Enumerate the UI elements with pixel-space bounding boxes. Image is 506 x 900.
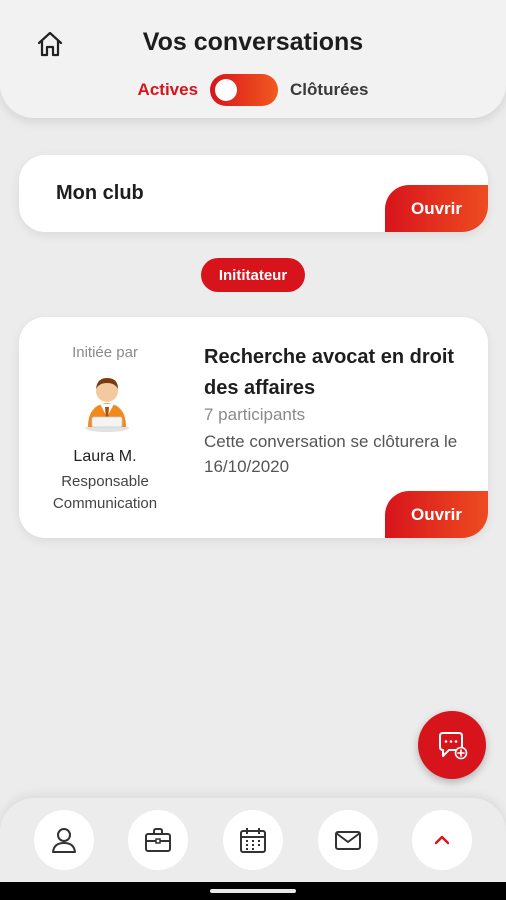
status-toggle-row: Actives Clôturées: [0, 74, 506, 106]
conversation-title: Recherche avocat en droit des affaires: [204, 346, 455, 399]
nav-profile-button[interactable]: [34, 810, 94, 870]
initiator-role-line2: Communication: [52, 495, 158, 512]
participants-count: 7 participants: [204, 405, 306, 424]
nav-mail-button[interactable]: [318, 810, 378, 870]
initiator-badge: Inititateur: [201, 258, 305, 292]
initiator-name: Laura M.: [73, 448, 137, 465]
status-toggle-switch[interactable]: [210, 74, 279, 106]
nav-business-button[interactable]: [128, 810, 188, 870]
conversation-card: Initiée par Laura M. Responsable Communi…: [19, 317, 488, 538]
briefcase-icon: [145, 828, 171, 852]
conversation-open-button[interactable]: Ouvrir: [385, 491, 488, 538]
initiator-role-line1: Responsable: [61, 473, 149, 490]
toggle-label-actives[interactable]: Actives: [138, 80, 198, 100]
header: Vos conversations Actives Clôturées: [0, 0, 506, 118]
avatar: [85, 378, 129, 432]
initiator-role: Responsable Communication: [19, 471, 191, 515]
calendar-icon: [240, 828, 266, 853]
nav-calendar-button[interactable]: [223, 810, 283, 870]
new-chat-icon: [439, 732, 468, 760]
home-indicator[interactable]: [210, 889, 296, 893]
page-title: Vos conversations: [142, 28, 364, 56]
new-conversation-button[interactable]: [418, 711, 486, 779]
system-navigation-bar: [0, 882, 506, 900]
chevron-up-icon: [434, 835, 450, 845]
toggle-label-cloturees[interactable]: Clôturées: [290, 80, 368, 100]
club-open-button[interactable]: Ouvrir: [385, 185, 488, 232]
initiated-by-label: Initiée par: [72, 344, 138, 361]
toggle-knob: [215, 79, 238, 101]
mail-icon: [335, 831, 361, 850]
club-name: Mon club: [56, 182, 144, 204]
nav-expand-button[interactable]: [412, 810, 472, 870]
bottom-nav: [0, 798, 506, 882]
club-card: Mon club Ouvrir: [19, 155, 488, 232]
user-icon: [52, 828, 76, 853]
closing-date-info: Cette conversation se clôturera le 16/10…: [204, 432, 458, 476]
